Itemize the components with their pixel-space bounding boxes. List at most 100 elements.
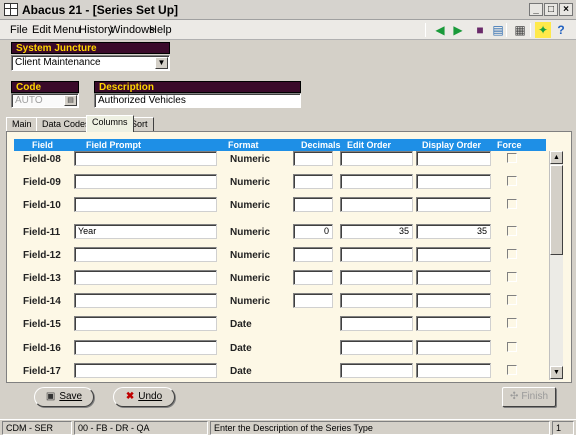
green-arrow-right-icon[interactable]: ▶ <box>450 22 466 38</box>
save-icon: ▣ <box>45 391 56 402</box>
help-icon[interactable]: ? <box>553 22 569 38</box>
display-order-input[interactable] <box>416 316 491 331</box>
edit-order-input[interactable] <box>340 197 413 212</box>
format-value: Numeric <box>230 154 271 165</box>
display-order-input[interactable] <box>416 247 491 262</box>
format-value: Numeric <box>230 296 271 307</box>
tab-main[interactable]: Main <box>6 117 38 132</box>
menu-history[interactable]: History <box>79 24 113 36</box>
undo-button[interactable]: ✖ Undo <box>113 387 175 407</box>
display-order-input[interactable] <box>416 197 491 212</box>
force-checkbox[interactable] <box>507 318 517 328</box>
tab-columns[interactable]: Columns <box>86 115 134 132</box>
display-order-input[interactable] <box>416 270 491 285</box>
window-title: Abacus 21 - [Series Set Up] <box>22 3 179 17</box>
toolbar-separator <box>425 23 426 37</box>
edit-order-input[interactable] <box>340 151 413 166</box>
scroll-thumb[interactable] <box>550 165 563 255</box>
system-juncture-select[interactable]: Client Maintenance ▼ <box>11 55 170 71</box>
system-juncture-value: Client Maintenance <box>15 57 101 68</box>
undo-label: Undo <box>138 391 163 402</box>
scroll-up-icon[interactable]: ▲ <box>550 151 563 164</box>
status-bar: CDM - SER 00 - FB - DR - QA Enter the De… <box>0 419 576 435</box>
menu-windows[interactable]: Windows <box>110 24 155 36</box>
force-checkbox[interactable] <box>507 365 517 375</box>
minimize-button[interactable]: _ <box>529 3 543 16</box>
row-field-label: Field-09 <box>23 177 61 188</box>
force-checkbox[interactable] <box>507 226 517 236</box>
edit-order-input[interactable] <box>340 293 413 308</box>
maximize-button[interactable]: □ <box>544 3 558 16</box>
scroll-down-icon[interactable]: ▼ <box>550 366 563 379</box>
field-prompt-input[interactable] <box>74 363 217 378</box>
header-edit-order: Edit Order <box>347 140 392 150</box>
force-checkbox[interactable] <box>507 249 517 259</box>
display-order-input[interactable] <box>416 363 491 378</box>
force-checkbox[interactable] <box>507 295 517 305</box>
finish-button[interactable]: ✣ Finish <box>502 387 556 407</box>
field-prompt-input[interactable] <box>74 197 217 212</box>
decimals-input[interactable] <box>293 270 333 285</box>
undo-x-icon: ✖ <box>125 391 135 402</box>
record-icon[interactable]: ▤ <box>490 22 506 38</box>
force-checkbox[interactable] <box>507 272 517 282</box>
force-checkbox[interactable] <box>507 176 517 186</box>
format-value: Numeric <box>230 177 271 188</box>
chevron-down-icon[interactable]: ▼ <box>155 57 168 69</box>
field-prompt-input[interactable] <box>74 151 217 166</box>
force-checkbox[interactable] <box>507 342 517 352</box>
grid-scrollbar[interactable]: ▲ ▼ <box>549 151 563 380</box>
row-field-label: Field-13 <box>23 273 61 284</box>
close-button[interactable]: × <box>559 3 573 16</box>
lookup-icon[interactable]: ▤ <box>64 95 77 106</box>
toolbar-separator <box>530 23 531 37</box>
edit-order-input[interactable] <box>340 363 413 378</box>
field-prompt-input[interactable] <box>74 340 217 355</box>
green-arrow-left-icon[interactable]: ◀ <box>432 22 448 38</box>
menu-help[interactable]: Help <box>149 24 172 36</box>
display-order-input[interactable] <box>416 340 491 355</box>
display-order-input[interactable] <box>416 151 491 166</box>
edit-order-input[interactable]: 35 <box>340 224 413 239</box>
force-checkbox[interactable] <box>507 199 517 209</box>
decimals-input[interactable] <box>293 293 333 308</box>
status-page: 1 <box>552 421 574 435</box>
edit-order-input[interactable] <box>340 270 413 285</box>
code-label: Code <box>11 81 79 93</box>
description-field[interactable]: Authorized Vehicles <box>94 93 301 108</box>
edit-order-input[interactable] <box>340 247 413 262</box>
decimals-input[interactable]: 0 <box>293 224 333 239</box>
edit-order-input[interactable] <box>340 340 413 355</box>
edit-order-input[interactable] <box>340 174 413 189</box>
row-field-label: Field-14 <box>23 296 61 307</box>
app-grid-icon[interactable] <box>4 3 18 16</box>
display-order-input[interactable] <box>416 174 491 189</box>
runner-icon[interactable]: ✦ <box>535 22 551 38</box>
field-prompt-input[interactable] <box>74 247 217 262</box>
book-icon[interactable]: ■ <box>472 22 488 38</box>
menu-file[interactable]: File <box>10 24 28 36</box>
force-checkbox[interactable] <box>507 153 517 163</box>
save-button[interactable]: ▣ Save <box>34 387 94 407</box>
field-prompt-input[interactable] <box>74 270 217 285</box>
header-display-order: Display Order <box>422 140 482 150</box>
menu-menu[interactable]: Menu <box>53 24 81 36</box>
calculator-icon[interactable]: ▦ <box>512 22 528 38</box>
header-decimals: Decimals <box>301 140 341 150</box>
display-order-input[interactable] <box>416 293 491 308</box>
display-order-input[interactable]: 35 <box>416 224 491 239</box>
row-field-label: Field-11 <box>23 227 61 238</box>
decimals-input[interactable] <box>293 174 333 189</box>
field-prompt-input[interactable] <box>74 293 217 308</box>
decimals-input[interactable] <box>293 151 333 166</box>
format-value: Date <box>230 366 252 377</box>
field-prompt-input[interactable] <box>74 174 217 189</box>
decimals-input[interactable] <box>293 247 333 262</box>
field-prompt-input[interactable] <box>74 316 217 331</box>
edit-order-input[interactable] <box>340 316 413 331</box>
menu-edit[interactable]: Edit <box>32 24 51 36</box>
decimals-input[interactable] <box>293 197 333 212</box>
field-prompt-input[interactable]: Year <box>74 224 217 239</box>
code-field[interactable]: AUTO ▤ <box>11 93 79 108</box>
status-message: Enter the Description of the Series Type <box>210 421 550 435</box>
